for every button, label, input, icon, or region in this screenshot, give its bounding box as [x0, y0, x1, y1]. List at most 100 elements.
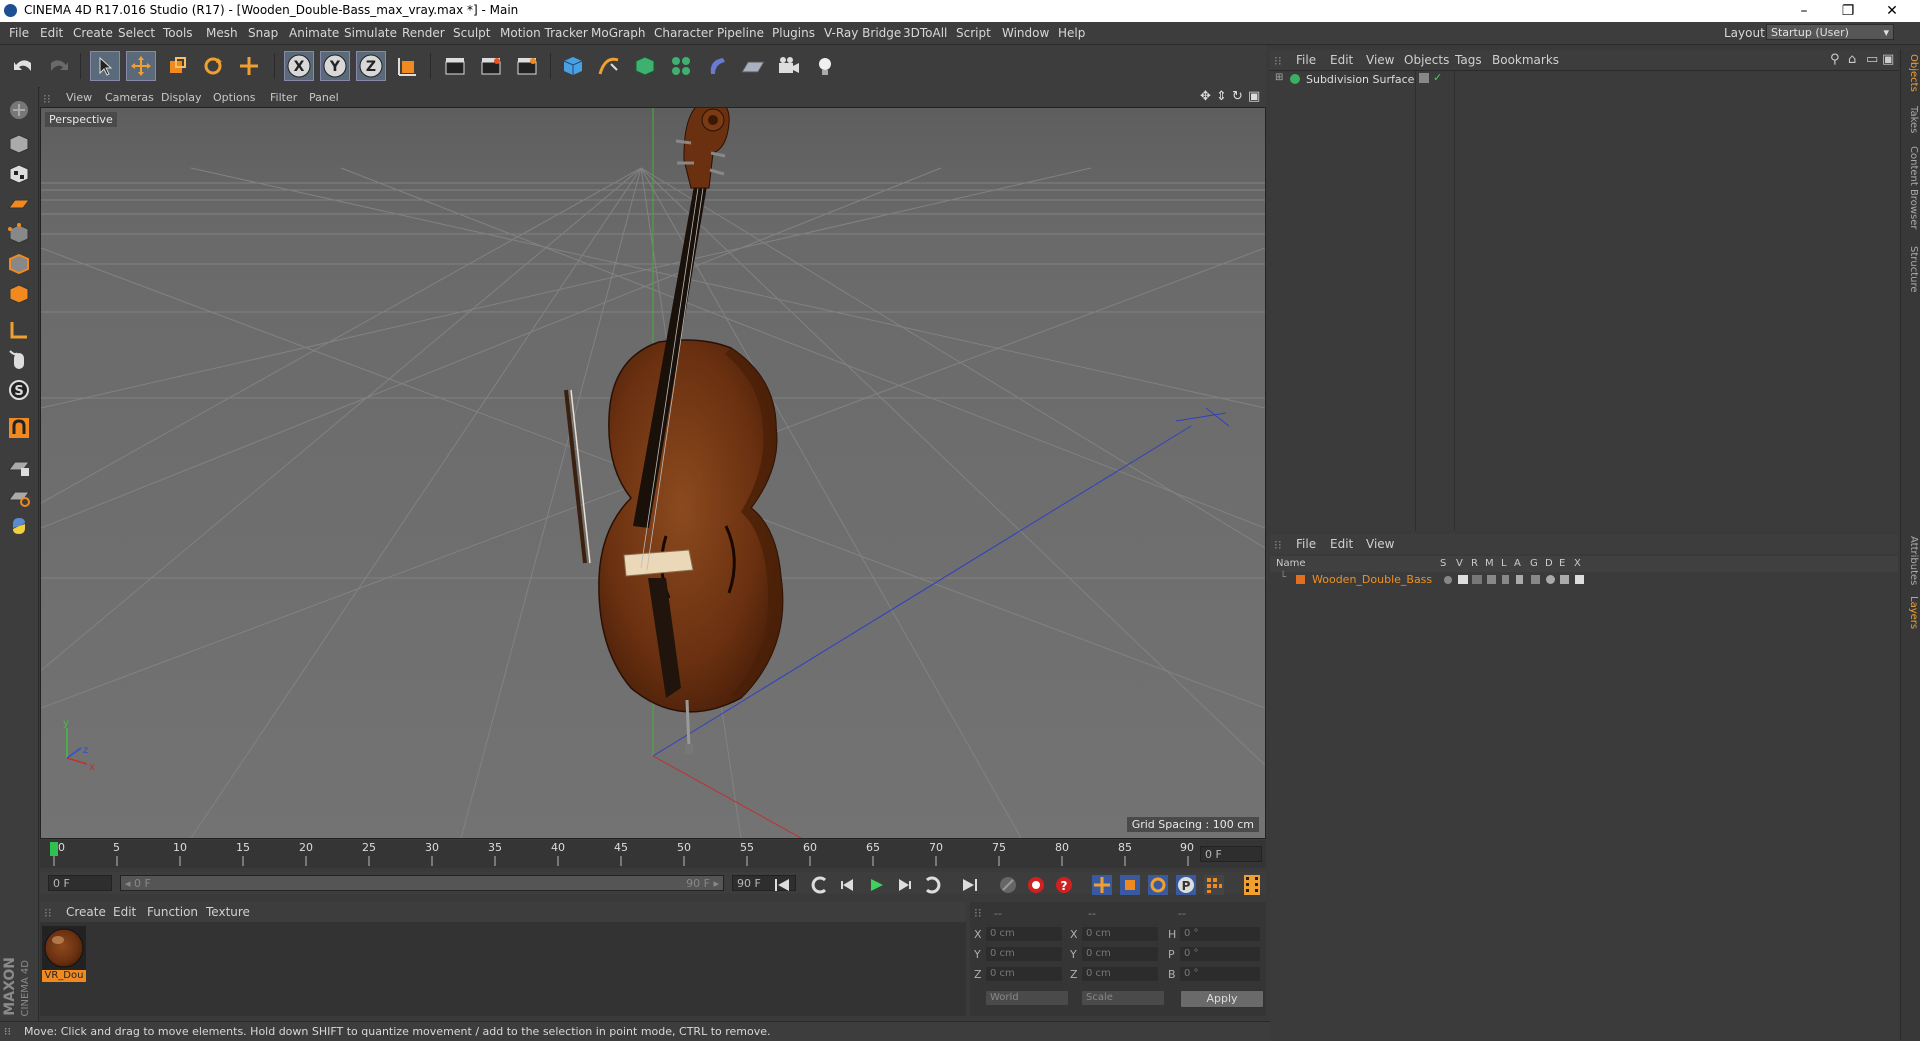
object-menu-bookmarks[interactable]: Bookmarks: [1492, 53, 1559, 67]
menu-create[interactable]: Create: [73, 26, 113, 40]
workplane-mode-button[interactable]: [4, 189, 34, 219]
axis-mode-button[interactable]: [4, 315, 34, 345]
layer-color-swatch[interactable]: [1296, 575, 1305, 584]
menu-help[interactable]: Help: [1058, 26, 1085, 40]
timeline-ruler[interactable]: 0 5 10 15 20 25 30 35 40 45 50 55 60 65 …: [40, 840, 1266, 868]
start-frame-field[interactable]: 0 F: [48, 875, 112, 891]
redo-button[interactable]: [44, 51, 74, 81]
add-floor-button[interactable]: [738, 51, 768, 81]
solo-toggle-icon[interactable]: [1444, 576, 1452, 584]
manager-icon[interactable]: [1487, 575, 1496, 584]
viewport-rotate-icon[interactable]: ↻: [1232, 89, 1243, 104]
animation-icon[interactable]: [1516, 575, 1523, 584]
edges-mode-button[interactable]: [4, 249, 34, 279]
go-to-end-button[interactable]: [958, 873, 982, 897]
tab-layers[interactable]: Layers: [1903, 596, 1919, 629]
lock-icon[interactable]: [1502, 575, 1509, 584]
viewport-maximize-icon[interactable]: ▣: [1248, 89, 1260, 104]
viewport-zoom-icon[interactable]: ⇕: [1216, 89, 1227, 104]
y-axis-lock-button[interactable]: Y: [320, 51, 350, 81]
record-active-objects-button[interactable]: [996, 873, 1020, 897]
key-position-button[interactable]: [1090, 873, 1114, 897]
enabled-check-icon[interactable]: ✓: [1433, 71, 1442, 84]
menu-character[interactable]: Character: [654, 26, 713, 40]
viewport-menu-display[interactable]: Display: [161, 91, 202, 104]
layout-select[interactable]: Startup (User) ▾: [1766, 24, 1894, 40]
points-mode-button[interactable]: [4, 219, 34, 249]
new-view-icon[interactable]: ▭: [1866, 52, 1878, 67]
pos-z-field[interactable]: 0 cm: [986, 967, 1062, 981]
expand-icon[interactable]: ⊞: [1275, 72, 1283, 83]
object-menu-file[interactable]: File: [1296, 53, 1316, 67]
key-scale-button[interactable]: [1118, 873, 1142, 897]
next-frame-button[interactable]: [892, 873, 916, 897]
material-menu-edit[interactable]: Edit: [113, 905, 136, 919]
generator-icon[interactable]: [1531, 575, 1540, 584]
viewport-move-icon[interactable]: ✥: [1200, 89, 1211, 104]
menu-render[interactable]: Render: [402, 26, 445, 40]
python-button[interactable]: [4, 511, 34, 541]
apply-button[interactable]: Apply: [1180, 990, 1264, 1008]
menu-sculpt[interactable]: Sculpt: [453, 26, 490, 40]
editor-visibility-icon[interactable]: [1419, 73, 1429, 83]
layer-menu-edit[interactable]: Edit: [1330, 537, 1353, 551]
x-axis-lock-button[interactable]: X: [284, 51, 314, 81]
xref-icon[interactable]: [1575, 575, 1584, 584]
next-keyframe-button[interactable]: [920, 873, 944, 897]
close-button[interactable]: ✕: [1870, 0, 1914, 22]
tab-takes[interactable]: Takes: [1903, 106, 1919, 133]
size-mode-select[interactable]: Scale: [1082, 991, 1164, 1005]
tab-structure[interactable]: Structure: [1903, 246, 1919, 293]
scale-tool-button[interactable]: [162, 51, 192, 81]
render-view-button[interactable]: [440, 51, 470, 81]
tab-attributes[interactable]: Attributes: [1903, 536, 1919, 585]
maximize-panel-icon[interactable]: ▣: [1882, 52, 1894, 67]
polygons-mode-button[interactable]: [4, 279, 34, 309]
add-camera-button[interactable]: [774, 51, 804, 81]
viewport-menu-filter[interactable]: Filter: [270, 91, 297, 104]
previous-frame-button[interactable]: [836, 873, 860, 897]
current-frame-field[interactable]: 0 F: [1200, 846, 1262, 862]
viewport-menu-panel[interactable]: Panel: [309, 91, 339, 104]
menu-edit[interactable]: Edit: [40, 26, 63, 40]
size-x-field[interactable]: 0 cm: [1082, 927, 1158, 941]
undo-button[interactable]: [8, 51, 38, 81]
eye-icon[interactable]: [1458, 575, 1468, 584]
texture-mode-button[interactable]: [4, 159, 34, 189]
maximize-button[interactable]: ❐: [1826, 0, 1870, 22]
render-clapper-icon[interactable]: [1472, 575, 1482, 584]
keyframe-selection-button[interactable]: ?: [1052, 873, 1076, 897]
previous-keyframe-button[interactable]: [808, 873, 832, 897]
render-to-picture-viewer-button[interactable]: [476, 51, 506, 81]
enable-snap-button[interactable]: [4, 413, 34, 443]
size-y-field[interactable]: 0 cm: [1082, 947, 1158, 961]
search-icon[interactable]: ⚲: [1830, 52, 1840, 67]
key-pla-button[interactable]: [1202, 873, 1226, 897]
menu-simulate[interactable]: Simulate: [344, 26, 397, 40]
timeline-window-button[interactable]: [1240, 873, 1264, 897]
menu-select[interactable]: Select: [118, 26, 155, 40]
add-light-button[interactable]: [810, 51, 840, 81]
material-menu-create[interactable]: Create: [66, 905, 106, 919]
material-swatch[interactable]: VR_Dou: [42, 926, 86, 984]
tweak-mode-button[interactable]: [4, 345, 34, 375]
menu-motion-tracker[interactable]: Motion Tracker: [500, 26, 588, 40]
object-menu-edit[interactable]: Edit: [1330, 53, 1353, 67]
menu-script[interactable]: Script: [956, 26, 991, 40]
add-cube-button[interactable]: [558, 51, 588, 81]
tab-content-browser[interactable]: Content Browser: [1903, 146, 1919, 229]
snap-settings-button[interactable]: S: [4, 375, 34, 405]
add-mograph-button[interactable]: [666, 51, 696, 81]
go-to-start-button[interactable]: [770, 873, 794, 897]
layer-menu-file[interactable]: File: [1296, 537, 1316, 551]
key-rotation-button[interactable]: [1146, 873, 1170, 897]
viewport-menu-cameras[interactable]: Cameras: [105, 91, 154, 104]
object-menu-tags[interactable]: Tags: [1455, 53, 1482, 67]
make-editable-button[interactable]: [4, 95, 34, 125]
menu-vray-bridge[interactable]: V-Ray Bridge: [824, 26, 901, 40]
rot-p-field[interactable]: 0 °: [1180, 947, 1260, 961]
pos-x-field[interactable]: 0 cm: [986, 927, 1062, 941]
object-menu-objects[interactable]: Objects: [1404, 53, 1449, 67]
locked-workplane-button[interactable]: [4, 451, 34, 481]
z-axis-lock-button[interactable]: Z: [356, 51, 386, 81]
